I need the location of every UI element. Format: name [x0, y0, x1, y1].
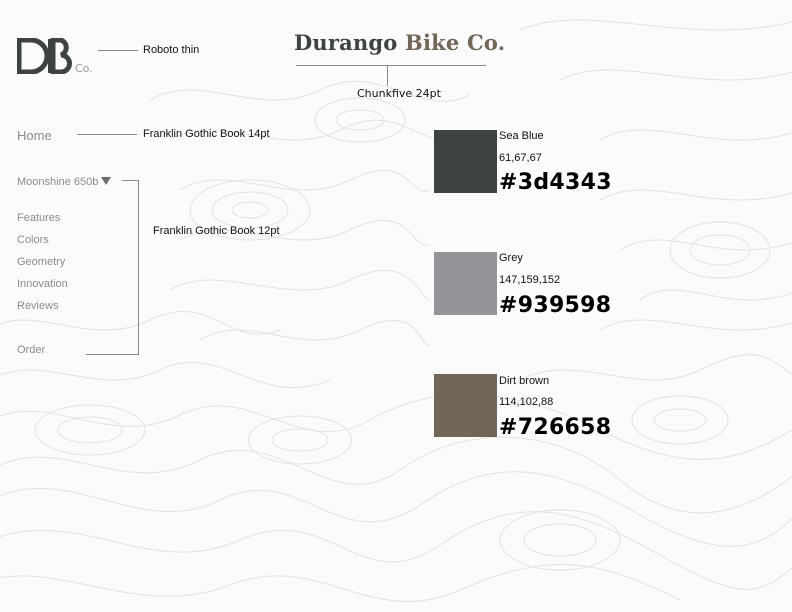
title-font-note: Chunkfive 24pt: [357, 87, 441, 100]
swatch-hex: #939598: [499, 293, 612, 318]
swatch-rgb: 61,67,67: [499, 152, 542, 164]
logo-leader-line: [98, 50, 138, 51]
brand-title-part1: Durango: [294, 30, 406, 55]
swatch-dirt-brown: [434, 374, 497, 437]
swatch-rgb: 114,102,88: [499, 396, 554, 408]
bracket-top: [122, 180, 139, 181]
swatch-rgb: 147,159,152: [499, 274, 561, 286]
logo-co-text: Co.: [75, 62, 93, 75]
nav-font-note: Franklin Gothic Book 12pt: [153, 225, 280, 237]
bracket-bottom: [86, 354, 139, 355]
home-leader-line: [77, 134, 137, 135]
nav-item-geometry[interactable]: Geometry: [17, 256, 65, 268]
brand-title: Durango Bike Co.: [294, 30, 505, 55]
nav-item-reviews[interactable]: Reviews: [17, 300, 59, 312]
db-logo-icon: [17, 38, 72, 74]
nav-item-features[interactable]: Features: [17, 212, 60, 224]
home-font-note: Franklin Gothic Book 14pt: [143, 128, 270, 140]
swatch-name: Dirt brown: [499, 375, 550, 387]
nav-model-dropdown[interactable]: Moonshine 650b: [17, 176, 112, 188]
title-leader-line: [387, 66, 388, 86]
nav-model-label: Moonshine 650b: [17, 176, 99, 188]
logo-font-note: Roboto thin: [143, 44, 200, 56]
dropdown-triangle-icon: [101, 177, 112, 185]
bracket-vertical: [138, 180, 139, 355]
swatch-grey: [434, 252, 497, 315]
swatch-hex: #726658: [499, 415, 612, 440]
nav-home-link[interactable]: Home: [17, 128, 52, 143]
nav-item-colors[interactable]: Colors: [17, 234, 49, 246]
brand-title-part2: Bike Co.: [405, 30, 506, 55]
swatch-sea-blue: [434, 130, 497, 193]
nav-item-innovation[interactable]: Innovation: [17, 278, 68, 290]
swatch-name: Grey: [499, 252, 523, 264]
nav-item-order[interactable]: Order: [17, 344, 45, 356]
swatch-name: Sea Blue: [499, 130, 544, 142]
title-underline: [296, 65, 486, 66]
swatch-hex: #3d4343: [499, 170, 612, 195]
